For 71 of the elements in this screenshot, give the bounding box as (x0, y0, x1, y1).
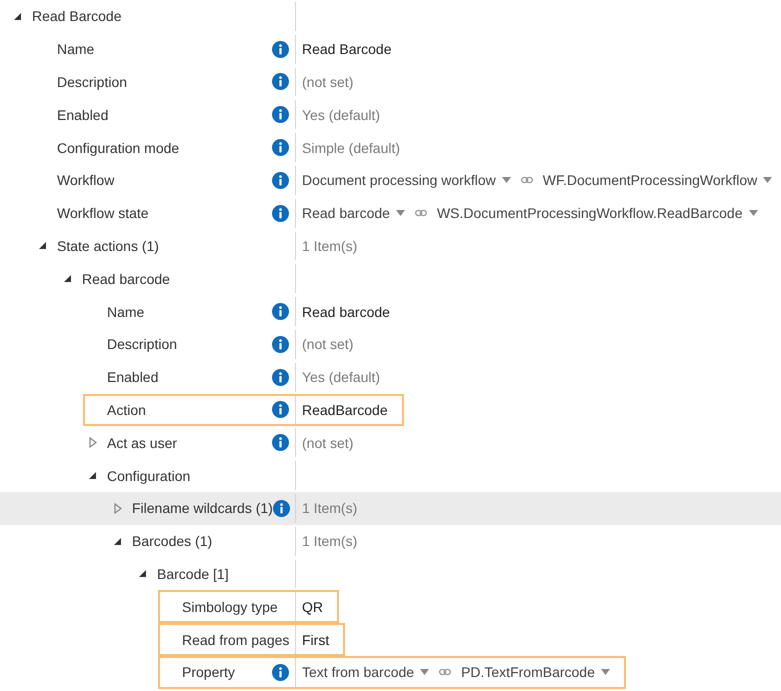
info-icon[interactable] (272, 401, 289, 418)
dropdown-icon[interactable] (763, 177, 772, 184)
reference-value[interactable]: WS.DocumentProcessingWorkflow.ReadBarcode (436, 205, 742, 222)
info-icon[interactable] (272, 40, 289, 58)
property-label: Property (182, 664, 236, 680)
link-icon (520, 176, 533, 184)
info-icon[interactable] (272, 172, 289, 189)
property-value[interactable]: Text from barcode (302, 664, 414, 680)
info-icon[interactable] (272, 500, 290, 517)
collapse-icon[interactable] (114, 538, 121, 545)
property-label: Enabled (107, 369, 160, 386)
link-icon (439, 668, 452, 676)
collapse-icon[interactable] (89, 472, 96, 480)
property-label: Name (57, 41, 96, 58)
property-label: Enabled (57, 106, 110, 123)
info-icon[interactable] (272, 106, 289, 124)
dropdown-icon[interactable] (420, 669, 430, 676)
property-value: Yes (default) (302, 106, 380, 123)
property-label: Read barcode (82, 270, 171, 287)
info-icon[interactable] (272, 336, 289, 353)
dropdown-icon[interactable] (502, 177, 511, 184)
info-icon[interactable] (272, 368, 289, 386)
property-label: Barcode [1] (157, 566, 230, 582)
property-value: First (302, 632, 330, 648)
property-label: Workflow state (57, 205, 150, 222)
property-value: 1 Item(s) (302, 533, 358, 550)
expand-icon[interactable] (114, 502, 122, 514)
dropdown-icon[interactable] (600, 669, 610, 676)
property-label: Read Barcode (32, 8, 123, 24)
reference-value[interactable]: PD.TextFromBarcode (461, 664, 595, 680)
property-value: (not set) (302, 74, 354, 90)
collapse-icon[interactable] (14, 12, 21, 20)
property-value[interactable]: Document processing workflow (302, 172, 496, 188)
property-value: 1 Item(s) (302, 500, 358, 516)
info-icon[interactable] (272, 434, 289, 452)
property-label: Workflow (57, 172, 116, 188)
property-label: Description (57, 74, 128, 90)
info-icon[interactable] (272, 139, 289, 156)
property-label: State actions (1) (57, 238, 160, 254)
property-value: Yes (default) (302, 369, 380, 386)
property-value: (not set) (302, 336, 354, 352)
property-label: Configuration (107, 468, 192, 484)
property-label: Act as user (107, 434, 178, 451)
property-value: Read Barcode (302, 41, 392, 58)
reference-value[interactable]: WF.DocumentProcessingWorkflow (542, 172, 758, 188)
info-icon[interactable] (272, 664, 289, 681)
info-icon[interactable] (272, 73, 289, 90)
property-label: Action (107, 402, 147, 418)
property-value: Simple (default) (302, 140, 400, 156)
property-label: Name (107, 304, 146, 320)
property-value: Read barcode (302, 304, 390, 320)
property-label: Description (107, 336, 178, 352)
property-label: Filename wildcards (1) (132, 500, 273, 516)
property-label: Barcodes (1) (132, 533, 214, 550)
collapse-icon[interactable] (39, 242, 46, 250)
property-value: ReadBarcode (302, 402, 388, 418)
collapse-icon[interactable] (64, 275, 71, 282)
info-icon[interactable] (272, 303, 289, 320)
link-icon (414, 209, 427, 218)
info-icon[interactable] (272, 204, 289, 222)
property-label: Read from pages (182, 632, 290, 648)
property-label: Configuration mode (57, 140, 180, 156)
property-value: 1 Item(s) (302, 238, 358, 254)
property-value: (not set) (302, 434, 354, 451)
property-value: QR (302, 598, 323, 615)
dropdown-icon[interactable] (748, 210, 758, 216)
property-label: Simbology type (182, 598, 279, 615)
collapse-icon[interactable] (139, 570, 146, 578)
expand-icon[interactable] (89, 437, 97, 448)
dropdown-icon[interactable] (396, 210, 405, 216)
property-value[interactable]: Read barcode (302, 205, 390, 222)
